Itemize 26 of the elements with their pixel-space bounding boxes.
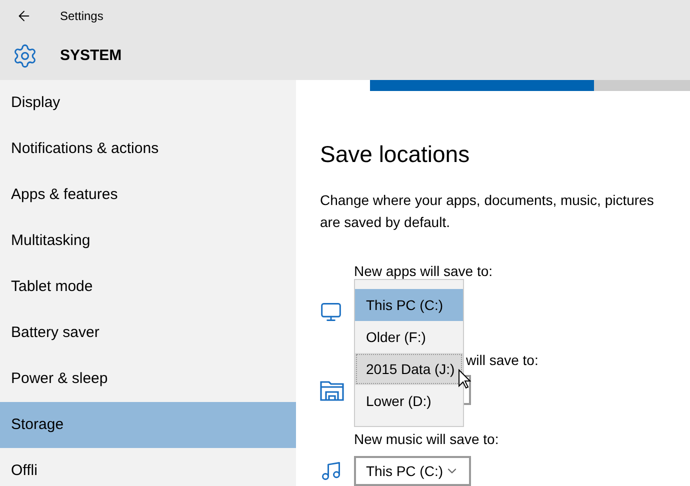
dropdown-option[interactable]: This PC (C:) — [355, 289, 463, 321]
music-note-icon — [320, 460, 342, 482]
settings-icon — [12, 43, 38, 69]
sidebar-item[interactable]: Battery saver — [0, 310, 296, 356]
documents-label: will save to: — [466, 351, 538, 370]
sidebar-item[interactable]: Storage — [0, 402, 296, 448]
music-label: New music will save to: — [354, 430, 500, 449]
window-title: Settings — [60, 8, 104, 25]
sidebar-item[interactable]: Power & sleep — [0, 356, 296, 402]
apps-label: New apps will save to: — [354, 262, 494, 281]
dropdown-option[interactable]: 2015 Data (J:) — [355, 353, 463, 385]
header-title: SYSTEM — [60, 46, 122, 66]
sidebar-item[interactable]: Multitasking — [0, 218, 296, 264]
section-title: Save locations — [320, 140, 471, 168]
dropdown-option[interactable]: Older (F:) — [355, 321, 463, 353]
section-description: Change where your apps, documents, music, pictures are saved by default. — [320, 191, 655, 232]
sidebar-item[interactable]: Display — [0, 80, 296, 126]
folder-icon — [320, 379, 344, 401]
dropdown-option[interactable]: Lower (D:) — [355, 385, 463, 417]
sidebar-item[interactable]: Offli — [0, 448, 296, 486]
monitor-icon — [320, 301, 342, 323]
sidebar-item[interactable]: Tablet mode — [0, 264, 296, 310]
sidebar-item[interactable]: Apps & features — [0, 172, 296, 218]
cursor-icon — [458, 369, 471, 389]
sidebar-item[interactable]: Notifications & actions — [0, 126, 296, 172]
music-dropdown[interactable]: This PC (C:) — [354, 456, 471, 486]
